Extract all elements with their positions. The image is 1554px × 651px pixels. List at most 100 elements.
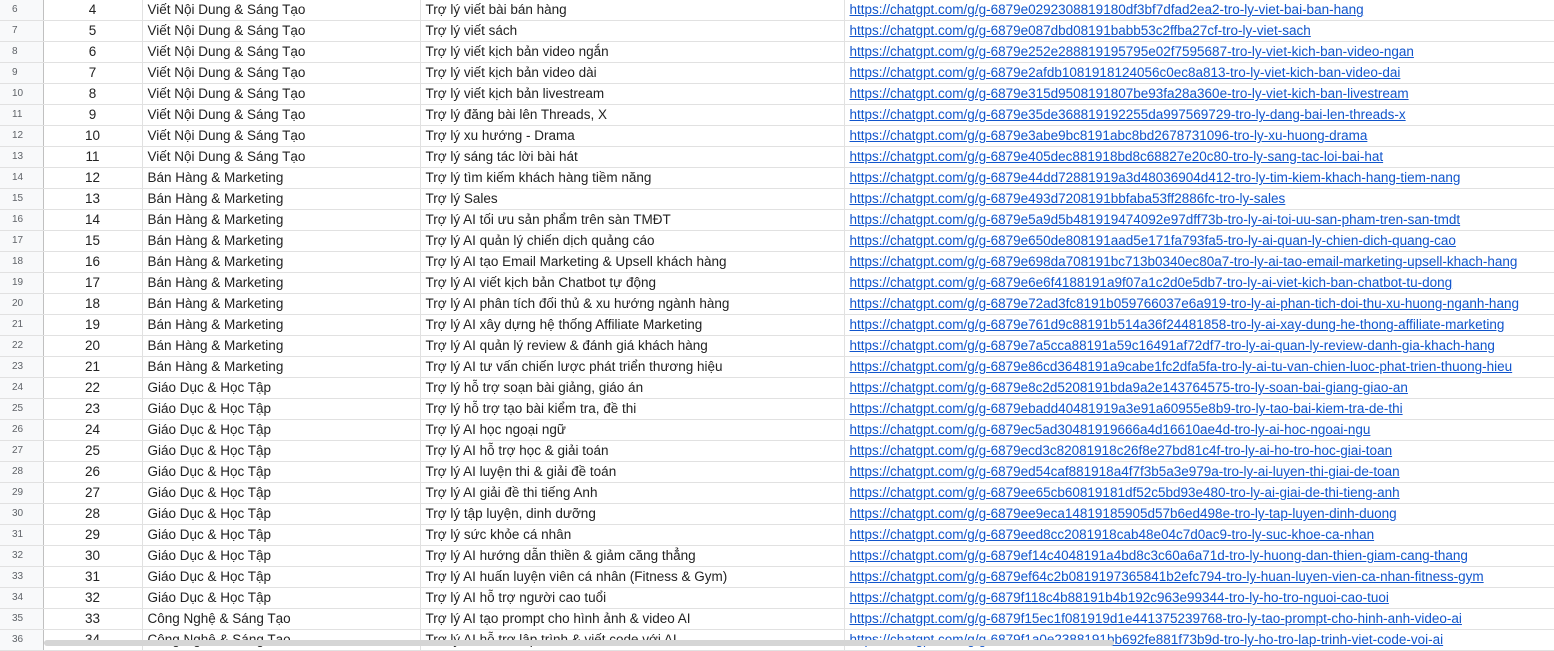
assistant-name-cell[interactable]: Trợ lý AI hỗ trợ học & giải toán (420, 440, 845, 462)
stt-cell[interactable]: 24 (43, 419, 143, 441)
stt-cell[interactable]: 9 (43, 104, 143, 126)
row-header[interactable]: 19 (0, 272, 44, 294)
gpt-link[interactable]: https://chatgpt.com/g/g-6879e405dec88191… (850, 149, 1384, 164)
gpt-link[interactable]: https://chatgpt.com/g/g-6879ef64c2b08191… (850, 569, 1484, 584)
stt-cell[interactable]: 22 (43, 377, 143, 399)
gpt-link[interactable]: https://chatgpt.com/g/g-6879e2afdb108191… (850, 65, 1401, 80)
gpt-link[interactable]: https://chatgpt.com/g/g-6879e493d7208191… (850, 191, 1286, 206)
stt-cell[interactable]: 13 (43, 188, 143, 210)
row-header[interactable]: 10 (0, 83, 44, 105)
assistant-name-cell[interactable]: Trợ lý viết kịch bản video dài (420, 62, 845, 84)
stt-cell[interactable]: 27 (43, 482, 143, 504)
category-cell[interactable]: Viết Nội Dung & Sáng Tạo (142, 146, 421, 168)
gpt-link[interactable]: https://chatgpt.com/g/g-6879e5a9d5b48191… (850, 212, 1461, 227)
gpt-link[interactable]: https://chatgpt.com/g/g-6879ee9eca148191… (850, 506, 1397, 521)
row-header[interactable]: 33 (0, 566, 44, 588)
assistant-name-cell[interactable]: Trợ lý Sales (420, 188, 845, 210)
category-cell[interactable]: Viết Nội Dung & Sáng Tạo (142, 62, 421, 84)
link-cell[interactable]: https://chatgpt.com/g/g-6879e8c2d5208191… (844, 377, 1554, 399)
row-header[interactable]: 13 (0, 146, 44, 168)
row-header[interactable]: 7 (0, 20, 44, 42)
category-cell[interactable]: Bán Hàng & Marketing (142, 167, 421, 189)
stt-cell[interactable]: 30 (43, 545, 143, 567)
stt-cell[interactable]: 23 (43, 398, 143, 420)
assistant-name-cell[interactable]: Trợ lý AI quản lý review & đánh giá khác… (420, 335, 845, 357)
link-cell[interactable]: https://chatgpt.com/g/g-6879f15ec1f08191… (844, 608, 1554, 630)
link-cell[interactable]: https://chatgpt.com/g/g-6879ef64c2b08191… (844, 566, 1554, 588)
stt-cell[interactable]: 18 (43, 293, 143, 315)
category-cell[interactable]: Bán Hàng & Marketing (142, 293, 421, 315)
row-header[interactable]: 17 (0, 230, 44, 252)
assistant-name-cell[interactable]: Trợ lý AI giải đề thi tiếng Anh (420, 482, 845, 504)
category-cell[interactable]: Giáo Dục & Học Tập (142, 419, 421, 441)
assistant-name-cell[interactable]: Trợ lý AI luyện thi & giải đề toán (420, 461, 845, 483)
assistant-name-cell[interactable]: Trợ lý AI tư vấn chiến lược phát triển t… (420, 356, 845, 378)
category-cell[interactable]: Viết Nội Dung & Sáng Tạo (142, 104, 421, 126)
link-cell[interactable]: https://chatgpt.com/g/g-6879e650de808191… (844, 230, 1554, 252)
row-header[interactable]: 34 (0, 587, 44, 609)
row-header[interactable]: 18 (0, 251, 44, 273)
assistant-name-cell[interactable]: Trợ lý AI huấn luyện viên cá nhân (Fitne… (420, 566, 845, 588)
category-cell[interactable]: Bán Hàng & Marketing (142, 251, 421, 273)
stt-cell[interactable]: 25 (43, 440, 143, 462)
stt-cell[interactable]: 29 (43, 524, 143, 546)
stt-cell[interactable]: 21 (43, 356, 143, 378)
gpt-link[interactable]: https://chatgpt.com/g/g-6879e8c2d5208191… (850, 380, 1408, 395)
link-cell[interactable]: https://chatgpt.com/g/g-6879ec5ad3048191… (844, 419, 1554, 441)
row-header[interactable]: 11 (0, 104, 44, 126)
link-cell[interactable]: https://chatgpt.com/g/g-6879e087dbd08191… (844, 20, 1554, 42)
assistant-name-cell[interactable]: Trợ lý AI hướng dẫn thiền & giảm căng th… (420, 545, 845, 567)
stt-cell[interactable]: 28 (43, 503, 143, 525)
gpt-link[interactable]: https://chatgpt.com/g/g-6879ef14c4048191… (850, 548, 1468, 563)
assistant-name-cell[interactable]: Trợ lý sức khỏe cá nhân (420, 524, 845, 546)
stt-cell[interactable]: 4 (43, 0, 143, 21)
link-cell[interactable]: https://chatgpt.com/g/g-6879e7a5cca88191… (844, 335, 1554, 357)
category-cell[interactable]: Giáo Dục & Học Tập (142, 482, 421, 504)
category-cell[interactable]: Bán Hàng & Marketing (142, 188, 421, 210)
category-cell[interactable]: Viết Nội Dung & Sáng Tạo (142, 125, 421, 147)
category-cell[interactable]: Bán Hàng & Marketing (142, 335, 421, 357)
gpt-link[interactable]: https://chatgpt.com/g/g-6879e02923088191… (850, 2, 1364, 17)
gpt-link[interactable]: https://chatgpt.com/g/g-6879e650de808191… (850, 233, 1456, 248)
stt-cell[interactable]: 16 (43, 251, 143, 273)
assistant-name-cell[interactable]: Trợ lý AI phân tích đối thủ & xu hướng n… (420, 293, 845, 315)
stt-cell[interactable]: 11 (43, 146, 143, 168)
category-cell[interactable]: Bán Hàng & Marketing (142, 230, 421, 252)
stt-cell[interactable]: 20 (43, 335, 143, 357)
row-header[interactable]: 30 (0, 503, 44, 525)
assistant-name-cell[interactable]: Trợ lý sáng tác lời bài hát (420, 146, 845, 168)
gpt-link[interactable]: https://chatgpt.com/g/g-6879e252e2888191… (850, 44, 1414, 59)
link-cell[interactable]: https://chatgpt.com/g/g-6879e86cd3648191… (844, 356, 1554, 378)
assistant-name-cell[interactable]: Trợ lý tập luyện, dinh dưỡng (420, 503, 845, 525)
link-cell[interactable]: https://chatgpt.com/g/g-6879ef14c4048191… (844, 545, 1554, 567)
link-cell[interactable]: https://chatgpt.com/g/g-6879e44dd7288191… (844, 167, 1554, 189)
assistant-name-cell[interactable]: Trợ lý AI tối ưu sản phẩm trên sàn TMĐT (420, 209, 845, 231)
link-cell[interactable]: https://chatgpt.com/g/g-6879e761d9c88191… (844, 314, 1554, 336)
category-cell[interactable]: Bán Hàng & Marketing (142, 314, 421, 336)
category-cell[interactable]: Giáo Dục & Học Tập (142, 461, 421, 483)
row-header[interactable]: 21 (0, 314, 44, 336)
row-header[interactable]: 22 (0, 335, 44, 357)
assistant-name-cell[interactable]: Trợ lý đăng bài lên Threads, X (420, 104, 845, 126)
gpt-link[interactable]: https://chatgpt.com/g/g-6879ed54caf88191… (850, 464, 1400, 479)
gpt-link[interactable]: https://chatgpt.com/g/g-6879e698da708191… (850, 254, 1518, 269)
row-header[interactable]: 23 (0, 356, 44, 378)
row-header[interactable]: 31 (0, 524, 44, 546)
row-header[interactable]: 15 (0, 188, 44, 210)
link-cell[interactable]: https://chatgpt.com/g/g-6879e6e6f4188191… (844, 272, 1554, 294)
category-cell[interactable]: Giáo Dục & Học Tập (142, 524, 421, 546)
assistant-name-cell[interactable]: Trợ lý AI viết kịch bản Chatbot tự động (420, 272, 845, 294)
assistant-name-cell[interactable]: Trợ lý viết kịch bản livestream (420, 83, 845, 105)
link-cell[interactable]: https://chatgpt.com/g/g-6879e5a9d5b48191… (844, 209, 1554, 231)
gpt-link[interactable]: https://chatgpt.com/g/g-6879e72ad3fc8191… (850, 296, 1519, 311)
link-cell[interactable]: https://chatgpt.com/g/g-6879e493d7208191… (844, 188, 1554, 210)
stt-cell[interactable]: 14 (43, 209, 143, 231)
category-cell[interactable]: Giáo Dục & Học Tập (142, 566, 421, 588)
row-header[interactable]: 28 (0, 461, 44, 483)
stt-cell[interactable]: 10 (43, 125, 143, 147)
category-cell[interactable]: Giáo Dục & Học Tập (142, 377, 421, 399)
assistant-name-cell[interactable]: Trợ lý AI tạo Email Marketing & Upsell k… (420, 251, 845, 273)
stt-cell[interactable]: 6 (43, 41, 143, 63)
link-cell[interactable]: https://chatgpt.com/g/g-6879ed54caf88191… (844, 461, 1554, 483)
link-cell[interactable]: https://chatgpt.com/g/g-6879e3abe9bc8191… (844, 125, 1554, 147)
